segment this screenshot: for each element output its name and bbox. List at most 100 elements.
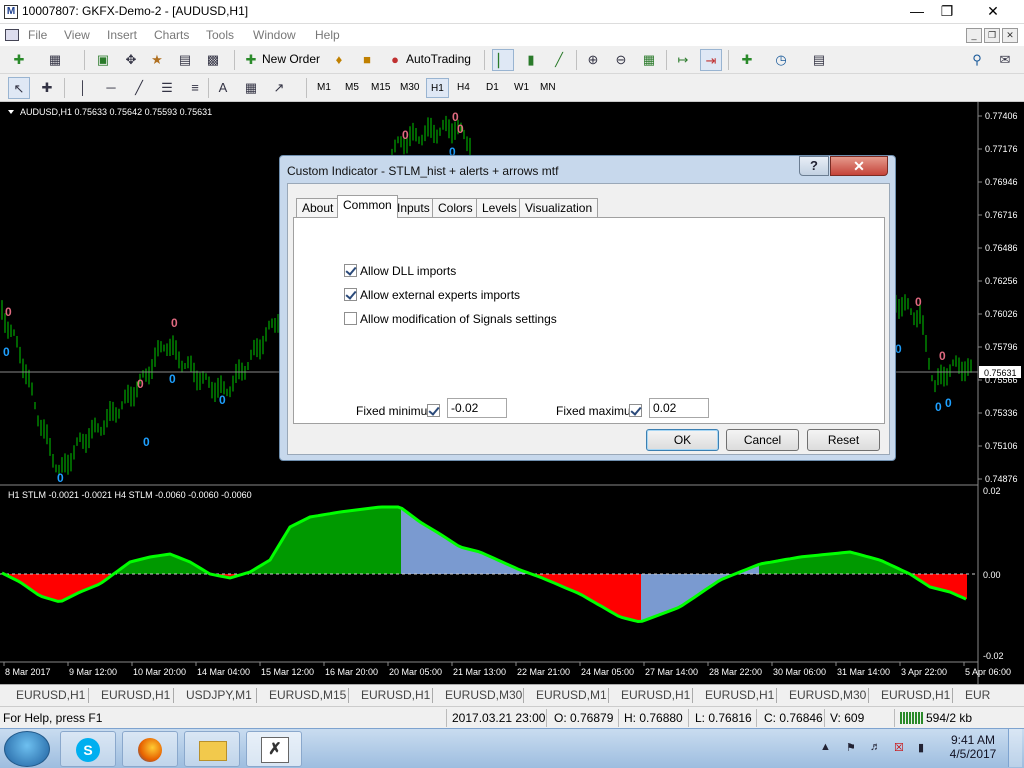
templates-icon[interactable]: ▤: [808, 49, 830, 71]
chat-icon[interactable]: ✉: [994, 49, 1016, 71]
mdi-restore-icon[interactable]: ❐: [984, 28, 1000, 43]
market-watch-icon[interactable]: ▣: [92, 49, 114, 71]
tray-clock[interactable]: 9:41 AM 4/5/2017: [944, 733, 1002, 761]
cancel-button[interactable]: Cancel: [726, 429, 799, 451]
timeframe-h4[interactable]: H4: [453, 78, 474, 98]
ok-button[interactable]: OK: [646, 429, 719, 451]
equidistant-channel-icon[interactable]: ☰: [156, 77, 178, 99]
chart-tab[interactable]: EURUSD,H1: [101, 688, 170, 702]
timeframe-d1[interactable]: D1: [482, 78, 503, 98]
chart-tab[interactable]: EURUSD,H1: [16, 688, 85, 702]
fixed-minimum-input[interactable]: [447, 398, 507, 418]
taskbar-explorer[interactable]: [184, 731, 240, 767]
chart-tab[interactable]: EURUSD,M1: [536, 688, 607, 702]
chart-window-icon[interactable]: [5, 29, 19, 41]
menu-tools[interactable]: Tools: [206, 28, 234, 42]
tile-windows-icon[interactable]: ▦: [638, 49, 660, 71]
tab-levels[interactable]: Levels: [476, 198, 523, 217]
maximize-button[interactable]: ❐: [926, 0, 968, 22]
menu-file[interactable]: File: [28, 28, 47, 42]
strategy-tester-icon[interactable]: ▩: [202, 49, 224, 71]
allow-dll-imports-option[interactable]: Allow DLL imports: [344, 263, 456, 278]
close-button[interactable]: ✕: [966, 0, 1020, 22]
profiles-icon[interactable]: ▦: [44, 49, 66, 71]
chart-tab[interactable]: USDJPY,M1: [186, 688, 252, 702]
tray-power-icon[interactable]: ▮: [918, 741, 924, 754]
tray-volume-icon[interactable]: ♬: [870, 741, 881, 753]
candlesticks-icon[interactable]: ▮: [520, 49, 542, 71]
mdi-close-icon[interactable]: ✕: [1002, 28, 1018, 43]
allow-signals-modification-checkbox[interactable]: [344, 312, 357, 326]
zoom-out-icon[interactable]: ⊖: [610, 49, 632, 71]
tray-flag-icon[interactable]: ⚑: [846, 741, 856, 754]
fibonacci-icon[interactable]: ≡: [184, 77, 206, 99]
chart-shift-icon[interactable]: ⇥: [700, 49, 722, 71]
autotrading-icon[interactable]: ●: [384, 49, 406, 71]
chart-tab[interactable]: EUR: [965, 688, 990, 702]
dialog-help-button[interactable]: ?: [799, 156, 829, 176]
tab-colors[interactable]: Colors: [432, 198, 479, 217]
timeframe-m15[interactable]: M15: [367, 78, 394, 98]
options-icon[interactable]: ■: [356, 49, 378, 71]
mdi-minimize-icon[interactable]: _: [966, 28, 982, 43]
chart-tab[interactable]: EURUSD,H1: [621, 688, 690, 702]
vertical-line-icon[interactable]: │: [72, 77, 94, 99]
taskbar-skype[interactable]: S: [60, 731, 116, 767]
menu-insert[interactable]: Insert: [107, 28, 137, 42]
chart-tab[interactable]: EURUSD,M30: [445, 688, 522, 702]
timeframe-h1[interactable]: H1: [426, 78, 449, 98]
timeframe-m5[interactable]: M5: [341, 78, 363, 98]
data-window-icon[interactable]: ✥: [120, 49, 142, 71]
allow-external-experts-checkbox[interactable]: [344, 288, 357, 302]
tab-inputs[interactable]: Inputs: [391, 198, 436, 217]
chart-tab[interactable]: EURUSD,H1: [361, 688, 430, 702]
new-chart-icon[interactable]: ✚: [8, 49, 30, 71]
tab-common[interactable]: Common: [337, 195, 398, 218]
navigator-icon[interactable]: ★: [146, 49, 168, 71]
timeframe-m1[interactable]: M1: [313, 78, 335, 98]
menu-help[interactable]: Help: [315, 28, 340, 42]
allow-signals-modification-option[interactable]: Allow modification of Signals settings: [344, 311, 557, 326]
menu-view[interactable]: View: [64, 28, 90, 42]
cursor-icon[interactable]: ↖: [8, 77, 30, 99]
timeframe-w1[interactable]: W1: [510, 78, 533, 98]
start-button[interactable]: [4, 731, 50, 767]
new-order-icon[interactable]: ✚: [240, 49, 262, 71]
indicators-icon[interactable]: ✚: [736, 49, 758, 71]
auto-scroll-icon[interactable]: ↦: [672, 49, 694, 71]
autotrading-button[interactable]: AutoTrading: [406, 52, 471, 66]
chart-tab[interactable]: EURUSD,H1: [881, 688, 950, 702]
taskbar-metatrader[interactable]: ✗: [246, 731, 302, 767]
metaeditor-icon[interactable]: ♦: [328, 49, 350, 71]
zoom-in-icon[interactable]: ⊕: [582, 49, 604, 71]
chart-tab[interactable]: EURUSD,H1: [705, 688, 774, 702]
search-icon[interactable]: ⚲: [966, 49, 988, 71]
tray-show-hidden-icon[interactable]: ▲: [820, 741, 831, 753]
menu-window[interactable]: Window: [253, 28, 296, 42]
chart-label-arrow-icon[interactable]: [8, 110, 14, 114]
periods-icon[interactable]: ◷: [770, 49, 792, 71]
fixed-maximum-checkbox[interactable]: [629, 404, 642, 417]
dialog-close-button[interactable]: ✕: [830, 156, 888, 176]
reset-button[interactable]: Reset: [807, 429, 880, 451]
fixed-maximum-input[interactable]: [649, 398, 709, 418]
taskbar-firefox[interactable]: [122, 731, 178, 767]
timeframe-m30[interactable]: M30: [396, 78, 423, 98]
tab-visualization[interactable]: Visualization: [519, 198, 599, 217]
show-desktop-button[interactable]: [1008, 729, 1022, 767]
horizontal-line-icon[interactable]: ─: [100, 77, 122, 99]
allow-external-experts-option[interactable]: Allow external experts imports: [344, 287, 520, 302]
tab-about[interactable]: About: [296, 198, 340, 217]
terminal-icon[interactable]: ▤: [174, 49, 196, 71]
new-order-button[interactable]: New Order: [262, 52, 320, 66]
trendline-icon[interactable]: ╱: [128, 77, 150, 99]
allow-dll-imports-checkbox[interactable]: [344, 264, 357, 278]
menu-charts[interactable]: Charts: [154, 28, 189, 42]
tray-network-icon[interactable]: ☒: [894, 741, 904, 754]
chart-tab[interactable]: EURUSD,M15: [269, 688, 346, 702]
line-chart-icon[interactable]: ╱: [548, 49, 570, 71]
chart-tab[interactable]: EURUSD,M30: [789, 688, 866, 702]
text-icon[interactable]: A: [212, 77, 234, 99]
timeframe-mn[interactable]: MN: [536, 78, 560, 98]
fixed-minimum-checkbox[interactable]: [427, 404, 440, 417]
